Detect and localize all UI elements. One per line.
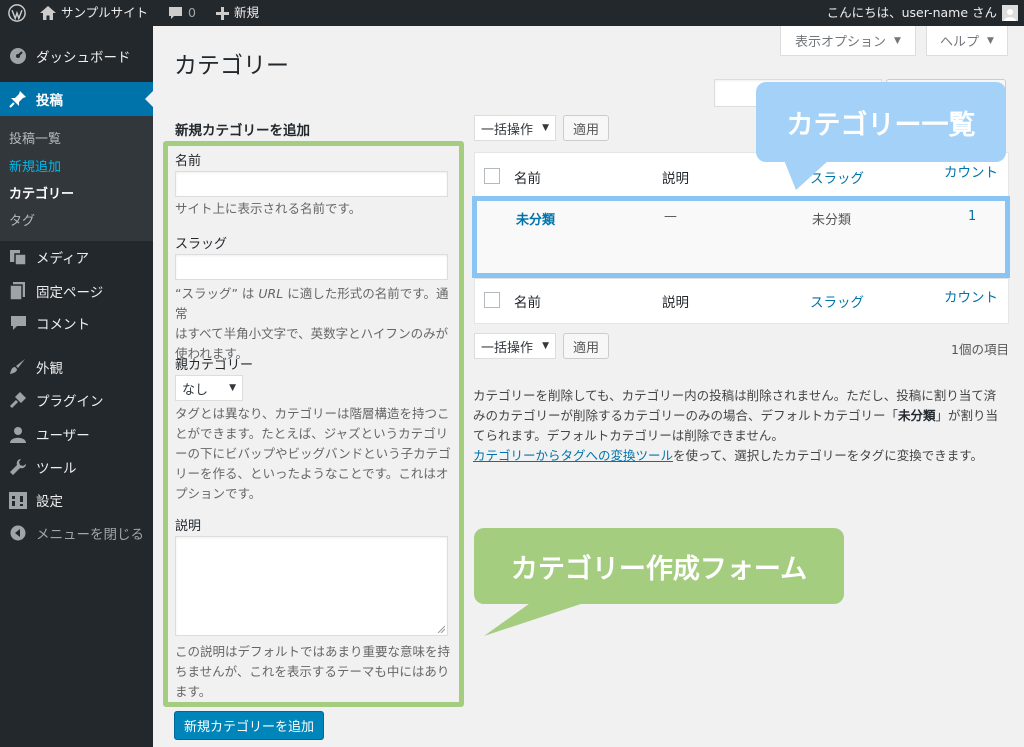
column-header-description[interactable]: 説明	[662, 167, 689, 187]
caret-down-icon: ▼	[894, 35, 901, 46]
column-footer-name[interactable]: 名前	[514, 291, 541, 311]
bulk-action-value: 一括操作	[481, 122, 534, 138]
collapse-icon	[0, 525, 36, 541]
new-content-link[interactable]: 新規	[216, 0, 259, 26]
dashboard-icon	[0, 47, 36, 65]
comment-icon	[169, 7, 182, 19]
column-footer-count[interactable]: カウント	[944, 286, 998, 306]
menu-label: ツール	[36, 461, 77, 477]
column-header-name[interactable]: 名前	[514, 167, 541, 187]
caret-down-icon: ▼	[542, 123, 549, 133]
menu-posts[interactable]: 投稿	[0, 82, 153, 116]
menu-users[interactable]: ユーザー	[0, 417, 153, 451]
caret-down-icon: ▼	[987, 35, 994, 46]
greeting: こんにちは、user-name さん	[826, 5, 997, 20]
list-highlight-frame	[472, 196, 1010, 278]
callout-category-form: カテゴリー作成フォーム	[474, 528, 844, 604]
comment-icon	[0, 315, 36, 331]
callout-category-list: カテゴリー一覧	[756, 82, 1006, 162]
menu-label: 設定	[36, 494, 63, 510]
submenu-add-new[interactable]: 新規追加	[9, 156, 61, 175]
site-name-link[interactable]: サンプルサイト	[40, 0, 148, 26]
form-highlight-frame	[163, 141, 464, 707]
new-label: 新規	[234, 5, 260, 20]
table-divider	[475, 278, 1008, 279]
brush-icon	[0, 358, 36, 376]
comment-count: 0	[188, 5, 196, 20]
add-category-button[interactable]: 新規カテゴリーを追加	[174, 711, 324, 740]
select-all-checkbox-bottom[interactable]	[484, 292, 500, 308]
submenu-tags[interactable]: タグ	[9, 210, 35, 229]
screen-options-label: 表示オプション	[795, 35, 887, 50]
menu-label: 固定ページ	[36, 285, 104, 301]
submenu-all-posts[interactable]: 投稿一覧	[9, 128, 61, 147]
item-count: 1個の項目	[951, 342, 1009, 357]
menu-label: コメント	[36, 317, 90, 333]
help-label: ヘルプ	[940, 35, 980, 50]
posts-submenu: 投稿一覧 新規追加 カテゴリー タグ	[0, 116, 153, 241]
apply-button-bottom[interactable]: 適用	[563, 333, 609, 359]
menu-label: プラグイン	[36, 394, 104, 410]
page-icon	[0, 282, 36, 300]
menu-collapse[interactable]: メニューを閉じる	[0, 516, 153, 550]
screen-options-button[interactable]: 表示オプション ▼	[780, 26, 916, 56]
menu-plugins[interactable]: プラグイン	[0, 383, 153, 417]
menu-tools[interactable]: ツール	[0, 450, 153, 484]
account-link[interactable]: こんにちは、user-name さん	[827, 0, 1018, 26]
pin-icon	[0, 90, 36, 108]
admin-bar: サンプルサイト 0 新規 こんにちは、user-name さん	[0, 0, 1024, 26]
avatar-silhouette-icon	[1004, 9, 1016, 21]
converter-link[interactable]: カテゴリーからタグへの変換ツール	[473, 448, 673, 463]
settings-icon	[0, 491, 36, 509]
site-name: サンプルサイト	[61, 5, 149, 20]
add-category-heading: 新規カテゴリーを追加	[175, 123, 310, 139]
avatar	[1002, 5, 1018, 21]
menu-label: 投稿	[36, 93, 63, 109]
media-icon	[0, 248, 36, 266]
caret-down-icon: ▼	[542, 341, 549, 351]
wrench-icon	[0, 458, 36, 476]
help-button[interactable]: ヘルプ ▼	[926, 26, 1008, 56]
column-header-count[interactable]: カウント	[944, 161, 998, 181]
plugin-icon	[0, 391, 36, 409]
bulk-action-select-bottom[interactable]: 一括操作 ▼	[474, 333, 556, 359]
column-footer-slug[interactable]: スラッグ	[810, 291, 864, 311]
submenu-categories[interactable]: カテゴリー	[9, 183, 74, 202]
admin-sidebar: ダッシュボード 投稿 投稿一覧 新規追加 カテゴリー タグ メディア 固定ページ…	[0, 26, 153, 747]
bulk-action-value: 一括操作	[481, 340, 534, 356]
column-footer-description[interactable]: 説明	[662, 291, 689, 311]
converter-note: カテゴリーからタグへの変換ツールを使って、選択したカテゴリーをタグに変換できます…	[473, 448, 984, 463]
wordpress-logo-icon[interactable]	[8, 0, 26, 26]
menu-settings[interactable]: 設定	[0, 483, 153, 517]
menu-label: ダッシュボード	[36, 50, 131, 66]
menu-media[interactable]: メディア	[0, 240, 153, 274]
menu-label: ユーザー	[36, 428, 90, 444]
plus-icon	[216, 6, 229, 20]
menu-appearance[interactable]: 外観	[0, 350, 153, 384]
menu-dashboard[interactable]: ダッシュボード	[0, 39, 153, 73]
user-icon	[0, 426, 36, 443]
menu-comments[interactable]: コメント	[0, 306, 153, 340]
bulk-action-select-top[interactable]: 一括操作 ▼	[474, 115, 556, 141]
select-all-checkbox-top[interactable]	[484, 168, 500, 184]
home-icon	[40, 6, 56, 20]
comments-link[interactable]: 0	[168, 0, 196, 26]
apply-button-top[interactable]: 適用	[563, 115, 609, 141]
menu-pages[interactable]: 固定ページ	[0, 274, 153, 308]
page-title: カテゴリー	[174, 53, 289, 79]
menu-label: メニューを閉じる	[36, 527, 144, 543]
menu-label: 外観	[36, 361, 63, 377]
menu-label: メディア	[36, 251, 90, 267]
category-delete-note: カテゴリーを削除しても、カテゴリー内の投稿は削除されません。ただし、投稿に割り当…	[473, 388, 999, 443]
